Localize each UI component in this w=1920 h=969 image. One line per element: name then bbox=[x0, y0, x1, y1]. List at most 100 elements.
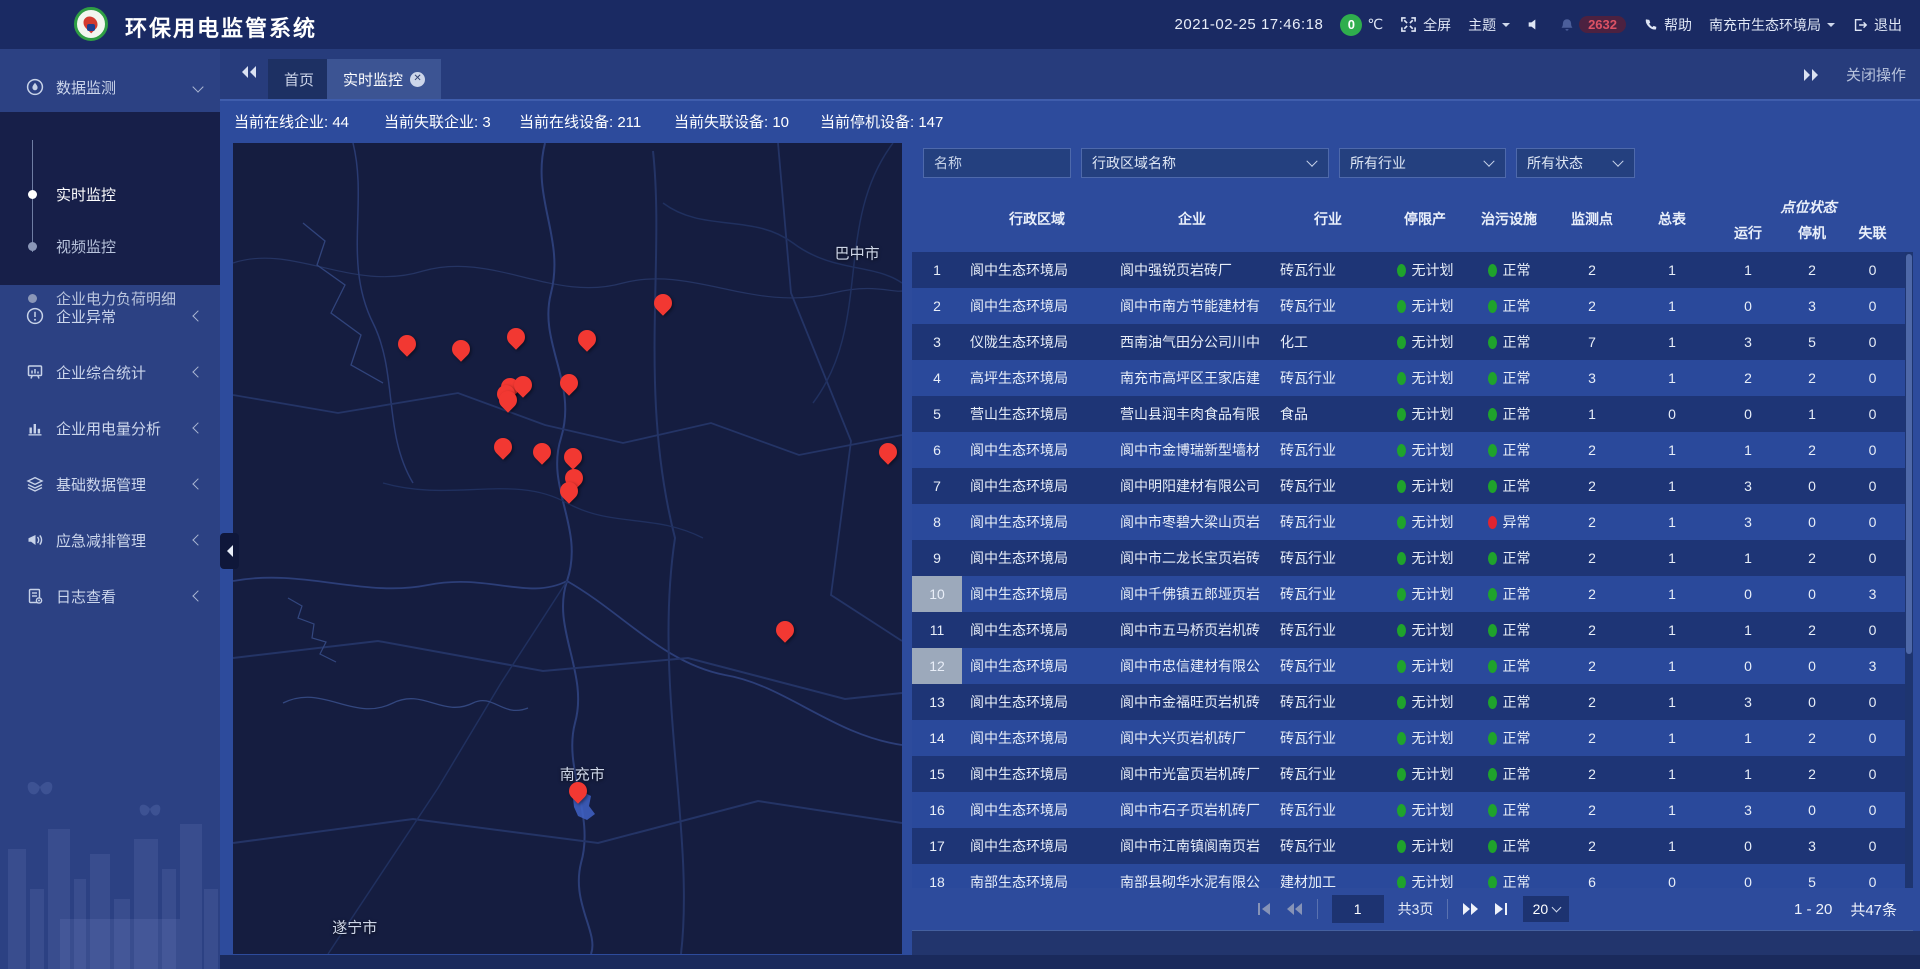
sidebar-item-enterprise-statistics[interactable]: 企业综合统计 bbox=[0, 352, 220, 392]
table-row[interactable]: 18 南部生态环境局 南部县砌华水泥有限公 建材加工 无计划 正常 6 0 0 bbox=[912, 864, 1905, 888]
cell-production-status: 无计划 bbox=[1384, 792, 1466, 828]
map[interactable]: 巴中市 南充市 遂宁市 bbox=[233, 143, 902, 954]
table-row[interactable]: 17 阆中生态环境局 阆中市江南镇阆南页岩 砖瓦行业 无计划 正常 2 1 0 bbox=[912, 828, 1905, 864]
first-page-icon bbox=[1256, 902, 1272, 916]
status-dot-icon bbox=[1488, 588, 1497, 601]
table-row[interactable]: 10 阆中生态环境局 阆中千佛镇五郎垭页岩 砖瓦行业 无计划 正常 2 1 0 bbox=[912, 576, 1905, 612]
page-size-select[interactable]: 20 bbox=[1523, 896, 1569, 922]
sound-toggle[interactable] bbox=[1527, 17, 1542, 32]
industry-filter-select[interactable]: 所有行业 bbox=[1339, 148, 1506, 178]
tab-realtime-monitoring[interactable]: 实时监控 ✕ bbox=[327, 59, 441, 99]
notification-count-badge: 2632 bbox=[1579, 16, 1626, 33]
cell-production-status: 无计划 bbox=[1384, 756, 1466, 792]
status-dot-icon bbox=[1397, 372, 1406, 385]
sidebar-item-video-monitoring[interactable]: 视频监控 bbox=[0, 230, 220, 262]
status-dot-icon bbox=[1397, 624, 1406, 637]
help-button[interactable]: 帮助 bbox=[1643, 15, 1692, 35]
cell-run-count: 1 bbox=[1712, 252, 1784, 288]
sidebar-item-realtime-monitoring[interactable]: 实时监控 bbox=[0, 178, 220, 210]
sidebar-item-power-usage-analysis[interactable]: 企业用电量分析 bbox=[0, 408, 220, 448]
cell-production-status: 无计划 bbox=[1384, 684, 1466, 720]
table-row[interactable]: 1 阆中生态环境局 阆中强锐页岩砖厂 砖瓦行业 无计划 正常 2 1 1 bbox=[912, 252, 1905, 288]
col-header-production: 停限产 bbox=[1384, 186, 1466, 252]
cell-pollution-status: 正常 bbox=[1466, 792, 1552, 828]
bar-chart-icon bbox=[26, 419, 44, 437]
sidebar-item-data-monitoring[interactable]: 数据监测 bbox=[0, 67, 220, 107]
table-row[interactable]: 7 阆中生态环境局 阆中明阳建材有限公司 砖瓦行业 无计划 正常 2 1 3 bbox=[912, 468, 1905, 504]
cell-district: 阆中生态环境局 bbox=[962, 432, 1112, 468]
status-dot-icon bbox=[1488, 768, 1497, 781]
table-row[interactable]: 8 阆中生态环境局 阆中市枣碧大梁山页岩 砖瓦行业 无计划 异常 2 1 3 bbox=[912, 504, 1905, 540]
cell-monitor-count: 2 bbox=[1552, 288, 1632, 324]
next-page-button[interactable] bbox=[1462, 902, 1479, 916]
cell-production-status: 无计划 bbox=[1384, 432, 1466, 468]
fullscreen-button[interactable]: 全屏 bbox=[1400, 15, 1451, 35]
table-row[interactable]: 2 阆中生态环境局 阆中市南方节能建材有 砖瓦行业 无计划 正常 2 1 0 bbox=[912, 288, 1905, 324]
sidebar-item-emergency-reduction[interactable]: 应急减排管理 bbox=[0, 520, 220, 560]
app-logo-icon bbox=[74, 7, 108, 41]
temperature-unit: ℃ bbox=[1367, 16, 1383, 33]
org-dropdown[interactable]: 南充市生态环境局 bbox=[1709, 15, 1835, 35]
table-row[interactable]: 13 阆中生态环境局 阆中市金福旺页岩机砖 砖瓦行业 无计划 正常 2 1 3 bbox=[912, 684, 1905, 720]
table-row[interactable]: 14 阆中生态环境局 阆中大兴页岩机砖厂 砖瓦行业 无计划 正常 2 1 1 bbox=[912, 720, 1905, 756]
close-operations-button[interactable]: 关闭操作 bbox=[1846, 64, 1906, 85]
cell-row-number: 12 bbox=[912, 648, 962, 684]
table-row[interactable]: 16 阆中生态环境局 阆中市石子页岩机砖厂 砖瓦行业 无计划 正常 2 1 3 bbox=[912, 792, 1905, 828]
chevron-left-icon bbox=[192, 534, 203, 545]
status-filter-select[interactable]: 所有状态 bbox=[1516, 148, 1635, 178]
cell-lost-count: 0 bbox=[1840, 252, 1905, 288]
fullscreen-icon bbox=[1400, 16, 1417, 33]
prev-page-button[interactable] bbox=[1286, 902, 1303, 916]
prev-page-icon bbox=[1286, 902, 1303, 916]
tab-home[interactable]: 首页 bbox=[268, 59, 330, 99]
map-collapse-button[interactable] bbox=[220, 533, 239, 569]
theme-dropdown[interactable]: 主题 bbox=[1468, 15, 1510, 35]
name-filter-input[interactable] bbox=[923, 148, 1071, 178]
cell-row-number: 2 bbox=[912, 288, 962, 324]
table-row[interactable]: 4 高坪生态环境局 南充市高坪区王家店建 砖瓦行业 无计划 正常 3 1 2 bbox=[912, 360, 1905, 396]
table-row[interactable]: 5 营山生态环境局 营山县润丰肉食品有限 食品 无计划 正常 1 0 0 bbox=[912, 396, 1905, 432]
sidebar-item-log-view[interactable]: 日志查看 bbox=[0, 576, 220, 616]
status-dot-icon bbox=[1488, 372, 1497, 385]
table-row[interactable]: 15 阆中生态环境局 阆中市光富页岩机砖厂 砖瓦行业 无计划 正常 2 1 1 bbox=[912, 756, 1905, 792]
cell-production-status: 无计划 bbox=[1384, 864, 1466, 888]
cell-district: 阆中生态环境局 bbox=[962, 504, 1112, 540]
status-dot-icon bbox=[1397, 840, 1406, 853]
cell-run-count: 3 bbox=[1712, 504, 1784, 540]
table-row[interactable]: 12 阆中生态环境局 阆中市忠信建材有限公 砖瓦行业 无计划 正常 2 1 0 bbox=[912, 648, 1905, 684]
sidebar-item-enterprise-anomaly[interactable]: 企业异常 bbox=[0, 296, 220, 336]
cell-stop-count: 2 bbox=[1784, 720, 1840, 756]
tab-close-icon[interactable]: ✕ bbox=[410, 72, 425, 87]
logout-button[interactable]: 退出 bbox=[1852, 15, 1902, 35]
sidebar-item-base-data-management[interactable]: 基础数据管理 bbox=[0, 464, 220, 504]
region-filter-select[interactable]: 行政区域名称 bbox=[1081, 148, 1329, 178]
cell-meter-count: 1 bbox=[1632, 360, 1712, 396]
cell-meter-count: 1 bbox=[1632, 540, 1712, 576]
status-dot-icon bbox=[1397, 444, 1406, 457]
status-dot-icon bbox=[1397, 300, 1406, 313]
scrollbar-thumb[interactable] bbox=[1906, 254, 1912, 654]
table-row[interactable]: 3 仪陇生态环境局 西南油气田分公司川中 化工 无计划 正常 7 1 3 bbox=[912, 324, 1905, 360]
cell-stop-count: 0 bbox=[1784, 576, 1840, 612]
notifications-button[interactable]: 2632 bbox=[1559, 16, 1626, 33]
tabs-scroll-right-button[interactable] bbox=[1802, 67, 1820, 83]
cell-row-number: 7 bbox=[912, 468, 962, 504]
chevron-down-icon bbox=[1612, 156, 1623, 167]
status-dot-icon bbox=[1488, 408, 1497, 421]
cell-row-number: 17 bbox=[912, 828, 962, 864]
tabs-scroll-left-button[interactable] bbox=[240, 64, 258, 80]
col-header-run: 运行 bbox=[1712, 219, 1784, 252]
last-page-button[interactable] bbox=[1493, 902, 1509, 916]
table-row[interactable]: 6 阆中生态环境局 阆中市金博瑞新型墙材 砖瓦行业 无计划 正常 2 1 1 bbox=[912, 432, 1905, 468]
table-row[interactable]: 11 阆中生态环境局 阆中市五马桥页岩机砖 砖瓦行业 无计划 正常 2 1 1 bbox=[912, 612, 1905, 648]
cell-stop-count: 3 bbox=[1784, 828, 1840, 864]
cell-lost-count: 0 bbox=[1840, 684, 1905, 720]
status-dot-icon bbox=[1397, 552, 1406, 565]
first-page-button[interactable] bbox=[1256, 902, 1272, 916]
page-number-input[interactable] bbox=[1332, 895, 1384, 923]
cell-stop-count: 2 bbox=[1784, 360, 1840, 396]
cell-meter-count: 0 bbox=[1632, 396, 1712, 432]
cell-district: 阆中生态环境局 bbox=[962, 756, 1112, 792]
status-dot-icon bbox=[1397, 732, 1406, 745]
table-row[interactable]: 9 阆中生态环境局 阆中市二龙长宝页岩砖 砖瓦行业 无计划 正常 2 1 1 bbox=[912, 540, 1905, 576]
